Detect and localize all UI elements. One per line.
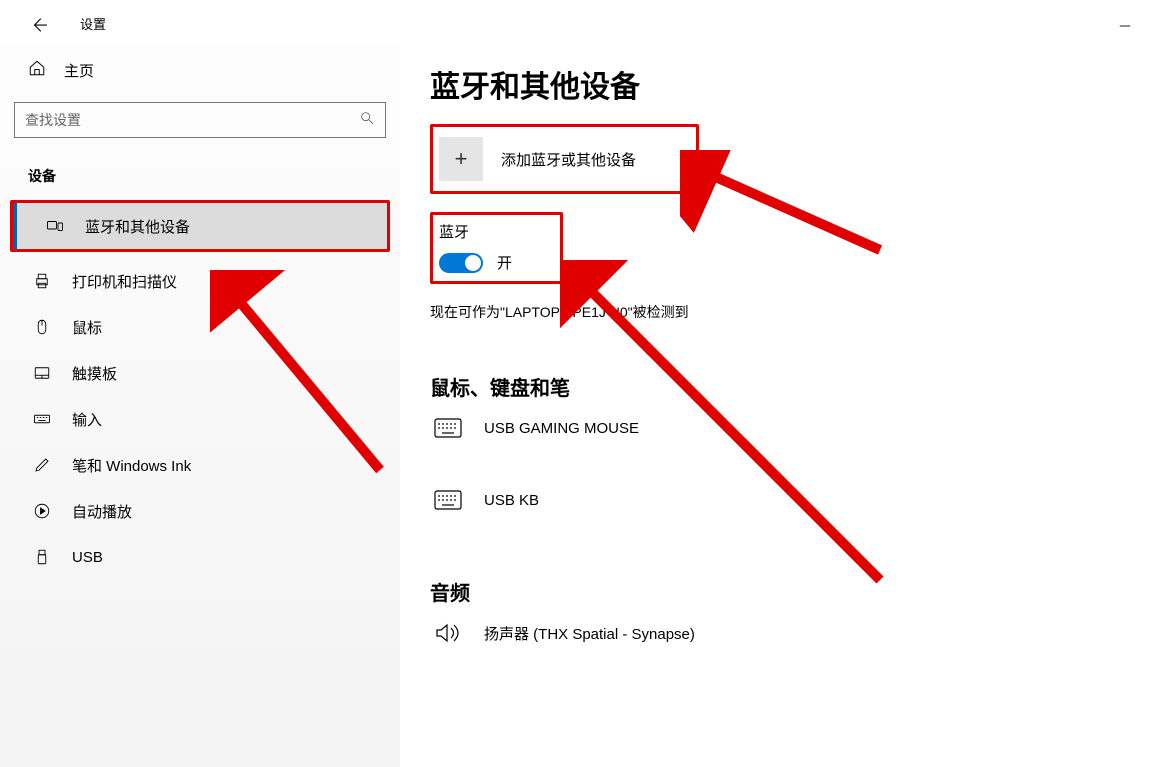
sidebar-item-label: 鼠标 [72,317,102,338]
sidebar-item-label: 触摸板 [72,363,117,384]
home-icon [28,59,46,82]
bluetooth-heading: 蓝牙 [439,221,512,242]
sidebar-item-bluetooth[interactable]: 蓝牙和其他设备 [13,203,387,249]
sidebar-item-label: 笔和 Windows Ink [72,455,191,476]
device-label: USB GAMING MOUSE [484,420,639,437]
add-device-button[interactable]: + 添加蓝牙或其他设备 [439,135,636,183]
home-nav[interactable]: 主页 [0,44,400,96]
discovery-status: 现在可作为"LAPTOP-8PE1J N0"被检测到 [430,302,1141,322]
sidebar-item-touchpad[interactable]: 触摸板 [0,350,400,396]
add-device-label: 添加蓝牙或其他设备 [501,149,636,170]
search-icon [359,110,375,131]
keyboard-icon [32,410,52,428]
minimize-icon [1118,19,1132,33]
usb-icon [32,548,52,566]
touchpad-icon [32,364,52,382]
sidebar-item-label: 自动播放 [72,501,132,522]
group-heading-kbm: 鼠标、键盘和笔 [430,372,1141,401]
arrow-left-icon [30,16,48,34]
sidebar-item-autoplay[interactable]: 自动播放 [0,488,400,534]
mouse-icon [32,318,52,336]
search-input[interactable]: 查找设置 [14,102,386,138]
device-label: 扬声器 (THX Spatial - Synapse) [484,623,695,644]
sidebar-item-typing[interactable]: 输入 [0,396,400,442]
page-title: 蓝牙和其他设备 [430,62,1141,106]
sidebar-item-pen[interactable]: 笔和 Windows Ink [0,442,400,488]
back-button[interactable] [28,14,50,36]
group-heading-audio: 音频 [430,577,1141,606]
device-item[interactable]: USB GAMING MOUSE [430,401,1141,455]
sidebar-item-usb[interactable]: USB [0,534,400,580]
speaker-icon [430,623,466,643]
sidebar-item-label: USB [72,549,103,566]
autoplay-icon [32,502,52,520]
sidebar: 主页 查找设置 设备 蓝牙和其他设备 打印机和扫描仪 鼠标 触摸板 [0,44,400,767]
sidebar-item-printers[interactable]: 打印机和扫描仪 [0,258,400,304]
main-content: 蓝牙和其他设备 + 添加蓝牙或其他设备 蓝牙 开 现在可作为"LAPTOP-8P… [430,44,1141,767]
plus-icon: + [439,137,483,181]
sidebar-item-label: 打印机和扫描仪 [72,271,177,292]
app-title: 设置 [80,14,106,33]
toggle-knob [465,255,481,271]
search-placeholder: 查找设置 [25,110,81,130]
device-label: USB KB [484,492,539,509]
annotation-highlight-toggle: 蓝牙 开 [430,212,563,284]
sidebar-item-label: 蓝牙和其他设备 [85,216,190,237]
toggle-state-label: 开 [497,252,512,273]
devices-icon [45,217,65,235]
keyboard-icon [430,490,466,510]
sidebar-section-title: 设备 [0,138,400,194]
home-label: 主页 [64,60,94,81]
sidebar-item-label: 输入 [72,409,102,430]
annotation-highlight-add: + 添加蓝牙或其他设备 [430,124,699,194]
titlebar: 设置 [0,0,1151,44]
sidebar-item-mouse[interactable]: 鼠标 [0,304,400,350]
annotation-highlight-nav: 蓝牙和其他设备 [10,200,390,252]
pen-icon [32,456,52,474]
minimize-button[interactable] [1113,14,1137,38]
device-item[interactable]: 扬声器 (THX Spatial - Synapse) [430,606,1141,660]
bluetooth-toggle[interactable] [439,253,483,273]
device-item[interactable]: USB KB [430,473,1141,527]
keyboard-icon [430,418,466,438]
printer-icon [32,272,52,290]
